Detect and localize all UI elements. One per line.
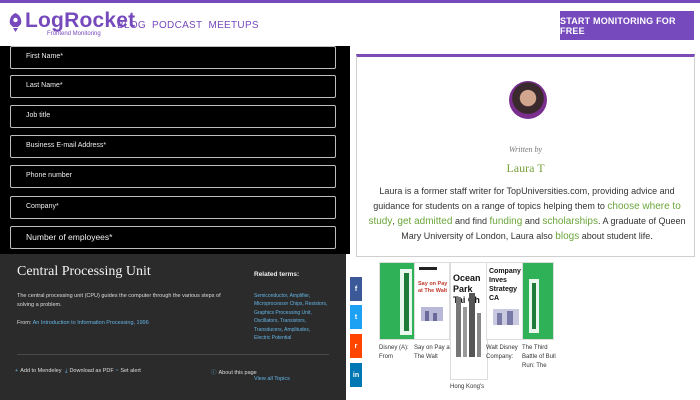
article-body: The central processing unit (CPU) guides… — [17, 293, 221, 308]
bell-icon: ◔ — [115, 368, 119, 374]
book-title[interactable]: The Third Battle of Bull Run: The — [522, 344, 558, 371]
book-cover-art — [419, 267, 443, 321]
author-name[interactable]: Laura T — [357, 161, 694, 176]
scholarships-link[interactable]: scholarships — [542, 216, 598, 227]
start-monitoring-button[interactable]: START MONITORING FOR FREE — [560, 11, 694, 40]
main-nav: BLOG PODCAST MEETUPS — [117, 20, 259, 31]
blogs-link[interactable]: blogs — [555, 231, 579, 242]
author-card: Written by Laura T Laura is a former sta… — [356, 54, 695, 257]
download-pdf-button[interactable]: ⤓ Download as PDF — [65, 368, 114, 375]
employees-field[interactable]: Number of employees* — [10, 226, 336, 249]
book-cover-art — [493, 309, 519, 325]
book-cover-art — [380, 263, 414, 339]
nav-item-blog[interactable]: BLOG — [117, 20, 146, 31]
rocket-logo-icon — [9, 13, 22, 32]
top-bar: LogRocket Frontend Monitoring BLOG PODCA… — [0, 0, 700, 46]
linkedin-icon[interactable]: in — [350, 363, 362, 387]
written-by-label: Written by — [508, 145, 543, 154]
article-title: Central Processing Unit — [17, 264, 151, 279]
twitter-icon[interactable]: t — [350, 305, 362, 329]
action-label: Set alert — [120, 368, 141, 374]
article-actions: + Add to Mendeley ⤓ Download as PDF ◔ Set a… — [15, 368, 257, 380]
book-cover[interactable] — [379, 262, 415, 340]
last-name-field[interactable]: Last Name* — [10, 75, 336, 98]
bio-separator: , — [392, 216, 395, 226]
logrocket-logo[interactable]: LogRocket Frontend Monitoring — [7, 9, 135, 41]
facebook-icon[interactable]: f — [350, 277, 362, 301]
topic-article-panel: Central Processing Unit The central proc… — [0, 254, 346, 400]
plus-icon: + — [15, 368, 19, 374]
nav-item-podcast[interactable]: PODCAST — [152, 20, 202, 31]
field-label: Last Name* — [26, 82, 63, 89]
bio-text: and — [524, 216, 540, 226]
book-cover-art — [456, 293, 481, 357]
info-icon: ⓘ — [211, 370, 217, 376]
book-title[interactable]: Hong Kong's — [450, 383, 492, 392]
field-label: Company* — [26, 203, 59, 210]
view-all-topics-link[interactable]: View all Topics — [254, 376, 290, 382]
business-email-field[interactable]: Business E-mail Address* — [10, 135, 336, 158]
bio-text: and find — [454, 216, 487, 226]
signup-form: First Name* Last Name* Job title Busines… — [0, 46, 350, 254]
company-field[interactable]: Company* — [10, 196, 336, 219]
download-icon: ⤓ — [65, 368, 68, 374]
author-bio: Laura is a former staff writer for TopUn… — [367, 184, 687, 244]
nav-item-meetups[interactable]: MEETUPS — [208, 20, 258, 31]
field-label: Business E-mail Address* — [26, 142, 107, 149]
book-cover-art — [523, 263, 553, 339]
related-terms-title: Related terms: — [254, 271, 300, 278]
action-label: Download as PDF — [69, 368, 114, 374]
share-strip: f t r in — [350, 277, 362, 400]
field-label: First Name* — [26, 53, 63, 60]
related-terms: Related terms: Semiconductor, Amplifier,… — [246, 254, 332, 400]
action-label: Add to Mendeley — [20, 368, 62, 374]
add-to-mendeley-button[interactable]: + Add to Mendeley — [15, 368, 62, 374]
source-link[interactable]: An Introduction to Information Processin… — [33, 320, 149, 326]
related-terms-list[interactable]: Semiconductor, Amplifier, Microprocessor… — [254, 292, 328, 342]
article-source: From: An Introduction to Information Pro… — [17, 320, 149, 326]
set-alert-button[interactable]: ◔ Set alert — [115, 368, 141, 374]
author-avatar — [509, 81, 547, 119]
logo-tagline: Frontend Monitoring — [47, 31, 101, 37]
field-label: Phone number — [26, 172, 72, 179]
field-label: Job title — [26, 112, 51, 119]
phone-number-field[interactable]: Phone number — [10, 165, 336, 188]
book-cover[interactable]: Company Inves Strategy CA — [486, 262, 524, 340]
job-title-field[interactable]: Job title — [10, 105, 336, 128]
book-cover[interactable] — [522, 262, 554, 340]
book-cover[interactable]: Ocean Park Tai Ch — [450, 262, 488, 380]
book-cover[interactable]: Say on Pay at The Walt — [414, 262, 450, 340]
reddit-icon[interactable]: r — [350, 334, 362, 358]
from-label: From: — [17, 320, 32, 326]
bio-text: about student life. — [581, 231, 653, 241]
field-label: Number of employees* — [26, 232, 113, 242]
first-name-field[interactable]: First Name* — [10, 46, 336, 69]
get-admitted-link[interactable]: get admitted — [397, 216, 452, 227]
funding-link[interactable]: funding — [490, 216, 523, 227]
